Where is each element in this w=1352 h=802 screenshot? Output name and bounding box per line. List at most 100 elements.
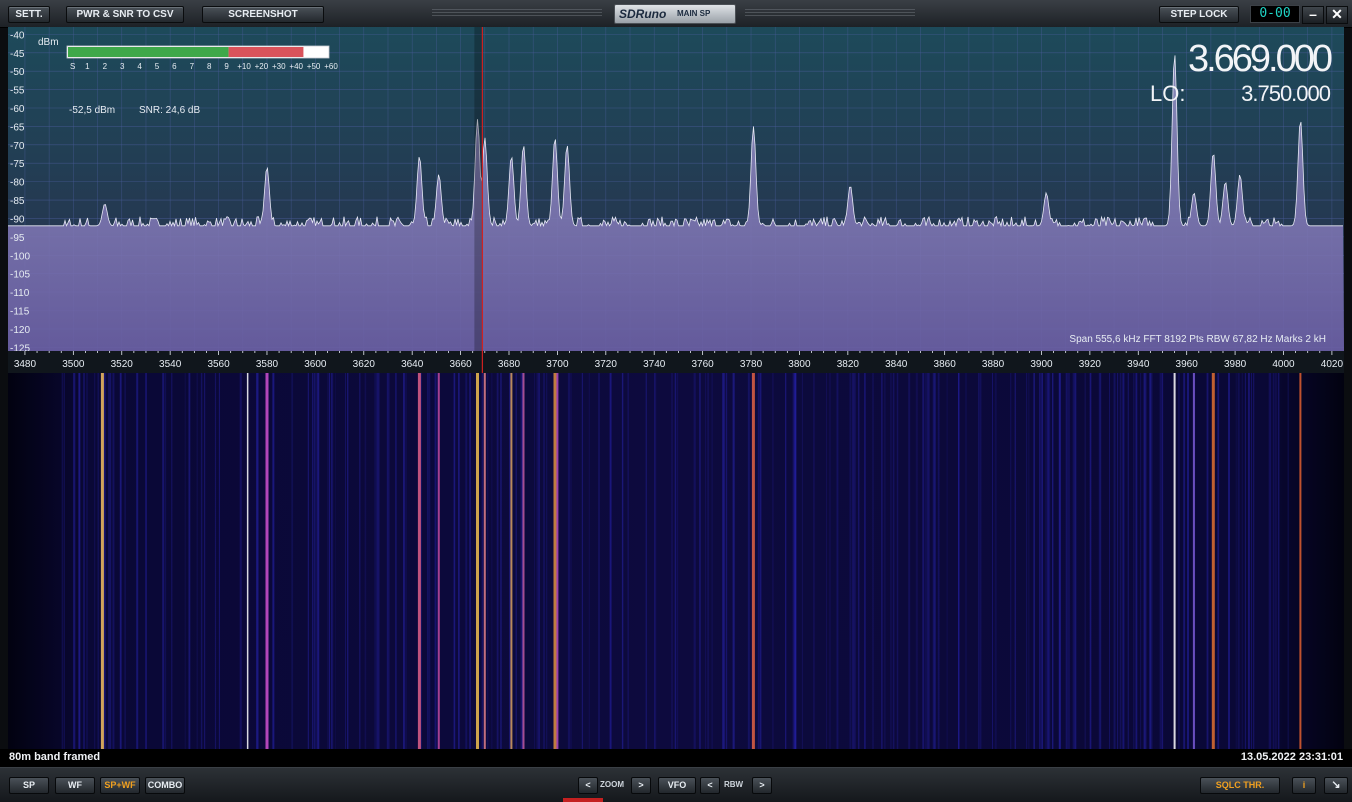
rbw-up-button[interactable]: > [752, 777, 772, 794]
x-tick-label: 3480 [14, 359, 37, 370]
waterfall-noise-column [1052, 373, 1054, 749]
rbw-down-button[interactable]: < [700, 777, 720, 794]
waterfall-noise-column [196, 373, 198, 749]
y-tick-label: -65 [10, 122, 25, 133]
waterfall-noise-column [347, 373, 349, 749]
waterfall-noise-column [331, 373, 334, 749]
waterfall-signal [246, 373, 249, 749]
waterfall-noise-column [908, 373, 911, 749]
sqlc-threshold-button[interactable]: SQLC THR. [1200, 777, 1280, 794]
x-tick-label: 3540 [159, 359, 182, 370]
drag-grip-left[interactable] [432, 9, 602, 17]
s-meter-scale-label: +60 [324, 62, 338, 71]
waterfall-noise-column [1268, 373, 1271, 749]
sp-mode-button[interactable]: SP [9, 777, 49, 794]
x-tick-label: 3760 [691, 359, 714, 370]
waterfall-noise-column [699, 373, 701, 749]
waterfall-noise-column [536, 373, 538, 749]
waterfall-noise-column [1133, 373, 1135, 749]
close-button[interactable]: ✕ [1326, 6, 1348, 24]
combo-mode-button[interactable]: COMBO [145, 777, 185, 794]
sp-wf-mode-button[interactable]: SP+WF [100, 777, 140, 794]
waterfall-noise-column [1089, 373, 1092, 749]
waterfall-signal [265, 373, 269, 749]
x-tick-label: 3840 [885, 359, 908, 370]
waterfall-noise-column [747, 373, 749, 749]
spectrum-display[interactable]: -40 -45 -50 -55 -60 -65 -70 -75 -80 -85 -90 -95 -100… [8, 27, 1344, 351]
vfo-button[interactable]: VFO [658, 777, 696, 794]
wf-mode-button[interactable]: WF [55, 777, 95, 794]
waterfall-noise-column [386, 373, 388, 749]
waterfall-noise-column [214, 373, 217, 749]
waterfall-noise-column [327, 373, 329, 749]
waterfall-signal [556, 373, 559, 749]
settings-button[interactable]: SETT. [8, 6, 50, 23]
step-lock-button[interactable]: STEP LOCK [1159, 6, 1239, 23]
vfo-frequency[interactable]: 3.669.000 [1188, 38, 1335, 80]
info-button[interactable]: i [1292, 777, 1316, 794]
drag-grip-right[interactable] [745, 9, 915, 17]
spectrum-info: Span 555,6 kHz FFT 8192 Pts RBW 67,82 Hz… [1069, 334, 1326, 345]
x-tick-label: 3620 [353, 359, 376, 370]
s-meter-scale-label: +30 [272, 62, 286, 71]
y-tick-label: -105 [10, 270, 30, 281]
y-tick-label: -125 [10, 343, 30, 351]
waterfall-noise-column [112, 373, 115, 749]
waterfall-signal [1299, 373, 1302, 749]
x-tick-label: 3580 [256, 359, 279, 370]
y-tick-label: -75 [10, 159, 25, 170]
waterfall-display[interactable] [8, 373, 1344, 749]
waterfall-noise-column [328, 373, 331, 749]
pwr-snr-csv-button[interactable]: PWR & SNR TO CSV [66, 6, 184, 23]
waterfall-noise-column [1033, 373, 1035, 749]
zoom-in-button[interactable]: > [631, 777, 651, 794]
waterfall-noise-column [598, 373, 600, 749]
waterfall-noise-column [458, 373, 460, 749]
s-meter-scale-label: 7 [190, 62, 195, 71]
waterfall-noise-column [858, 373, 860, 749]
waterfall-noise-column [1151, 373, 1153, 749]
x-tick-label: 3940 [1127, 359, 1150, 370]
waterfall-noise-column [119, 373, 122, 749]
y-unit-label: dBm [38, 37, 59, 48]
waterfall-noise-column [307, 373, 309, 749]
waterfall-noise-column [677, 373, 679, 749]
waterfall-noise-column [61, 373, 63, 749]
waterfall-noise-column [184, 373, 186, 749]
waterfall-noise-column [1244, 373, 1246, 749]
waterfall-noise-column [453, 373, 456, 749]
power-reading: -52,5 dBm [69, 105, 115, 116]
minimize-button[interactable]: – [1302, 6, 1324, 24]
waterfall-signal [751, 373, 755, 749]
waterfall-noise-column [785, 373, 787, 749]
waterfall-noise-column [256, 373, 258, 749]
y-tick-label: -40 [10, 30, 25, 41]
zoom-out-button[interactable]: < [578, 777, 598, 794]
waterfall-signal [100, 373, 104, 749]
waterfall-noise-column [693, 373, 696, 749]
waterfall-noise-column [312, 373, 313, 749]
waterfall-noise-column [979, 373, 982, 749]
waterfall-noise-column [1277, 373, 1280, 749]
waterfall-noise-column [674, 373, 677, 749]
y-tick-label: -90 [10, 214, 25, 225]
frequency-axis[interactable]: 3480 3500 3520 3540 3560 3580 3600 3620 3640 3660… [8, 351, 1344, 373]
waterfall-noise-column [926, 373, 929, 749]
waterfall-noise-column [801, 373, 803, 749]
x-tick-label: 3700 [546, 359, 569, 370]
waterfall-noise-column [1187, 373, 1189, 749]
s-meter-scale-label: 1 [85, 62, 90, 71]
waterfall-noise-column [671, 373, 673, 749]
x-tick-label: 3680 [498, 359, 521, 370]
screenshot-button[interactable]: SCREENSHOT [202, 6, 324, 23]
waterfall-noise-column [335, 373, 336, 749]
waterfall-noise-column [1253, 373, 1255, 749]
lo-frequency[interactable]: 3.750.000 [1241, 81, 1332, 106]
waterfall-noise-column [836, 373, 839, 749]
s-meter-scale-label: 6 [172, 62, 177, 71]
waterfall-noise-column [200, 373, 203, 749]
resize-handle[interactable]: ↘ [1324, 777, 1348, 794]
waterfall-noise-column [1206, 373, 1209, 749]
waterfall-noise-column [83, 373, 85, 749]
waterfall-noise-column [374, 373, 376, 749]
